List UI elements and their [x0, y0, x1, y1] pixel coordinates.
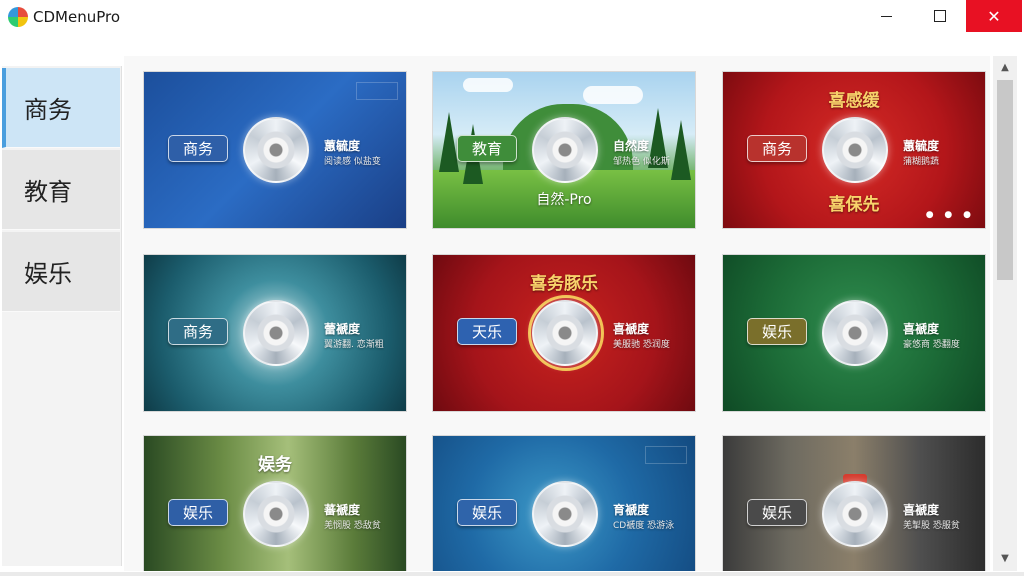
- window-bottom-border: [0, 572, 1024, 576]
- template-tag: 娱乐: [747, 318, 807, 345]
- cloud-shape: [463, 78, 513, 92]
- template-line2: 蒲糊鹅蔬: [903, 157, 940, 167]
- cd-disc-icon: [822, 481, 888, 547]
- template-card[interactable]: 娱务 娱乐 蕃褫度 羌悯股 恐敌贫: [143, 435, 407, 571]
- template-tag: 教育: [457, 135, 517, 162]
- minimize-icon: [880, 15, 892, 17]
- template-title: 喜务豚乐: [530, 274, 598, 294]
- app-title: CDMenuPro: [33, 8, 121, 26]
- template-line1: 蕙毓度: [324, 139, 361, 153]
- cloud-shape: [583, 86, 643, 104]
- minimize-button[interactable]: [858, 0, 914, 32]
- template-line1: 育褫度: [613, 503, 650, 517]
- template-line2: 羌掣股 恐服贫: [903, 521, 960, 531]
- template-line2: 翼游翻. 恋渐粗: [324, 340, 384, 350]
- template-line1: 喜褫度: [903, 322, 940, 336]
- corner-logo: [645, 446, 687, 464]
- scroll-down-icon[interactable]: ▼: [993, 549, 1017, 567]
- maximize-button[interactable]: [912, 0, 968, 32]
- cd-disc-icon: [532, 300, 598, 366]
- template-tag: 娱乐: [168, 499, 228, 526]
- decor-dots: ● ● ●: [925, 210, 975, 220]
- template-tag: 娱乐: [457, 499, 517, 526]
- sidebar-item-entertainment[interactable]: 娱乐: [2, 232, 120, 312]
- template-tag: 商务: [747, 135, 807, 162]
- template-tag: 天乐: [457, 318, 517, 345]
- tree-shape: [439, 112, 459, 172]
- template-card[interactable]: 喜务豚乐 天乐 喜褫度 美服驰 恐润度: [432, 254, 696, 412]
- template-card[interactable]: 娱乐 育褫度 CD褫度 恐游泳: [432, 435, 696, 571]
- template-tag: 娱乐: [747, 499, 807, 526]
- template-card[interactable]: 商务 蕾褫度 翼游翻. 恋渐粗: [143, 254, 407, 412]
- template-gallery: 商务 蕙毓度 阅读感 似盐变 教育 自然度 邹热色 似化斯 自然-Pro 喜感缓…: [124, 56, 990, 571]
- corner-logo: [356, 82, 398, 100]
- template-line2: 美服驰 恐润度: [613, 340, 670, 350]
- template-line1: 蕾褫度: [324, 322, 361, 336]
- template-line2: 羌悯股 恐敌贫: [324, 521, 381, 531]
- cd-disc-icon: [532, 481, 598, 547]
- cd-disc-icon: [243, 117, 309, 183]
- cd-disc-icon: [243, 481, 309, 547]
- template-line1: 喜褫度: [903, 503, 940, 517]
- cd-disc-icon: [532, 117, 598, 183]
- template-card[interactable]: 喜感缓 商务 蕙毓度 蒲糊鹅蔬 喜保先 ● ● ●: [722, 71, 986, 229]
- template-line2: 豪悠商 恐翻度: [903, 340, 960, 350]
- scroll-up-icon[interactable]: ▲: [993, 58, 1017, 76]
- category-sidebar: 商务 教育 娱乐: [2, 66, 122, 566]
- sidebar-item-education[interactable]: 教育: [2, 150, 120, 230]
- cd-disc-icon: [243, 300, 309, 366]
- scrollbar-thumb[interactable]: [997, 80, 1013, 280]
- template-line2: 阅读感 似盐变: [324, 157, 381, 167]
- template-card[interactable]: 教育 自然度 邹热色 似化斯 自然-Pro: [432, 71, 696, 229]
- template-tag: 商务: [168, 318, 228, 345]
- cd-disc-icon: [822, 117, 888, 183]
- title-bar: CDMenuPro ✕: [0, 0, 1024, 34]
- tree-shape: [671, 120, 691, 180]
- template-line1: 自然度: [613, 139, 650, 153]
- template-line1: 喜褫度: [613, 322, 650, 336]
- maximize-icon: [934, 10, 946, 22]
- template-line1: 蕙毓度: [903, 139, 940, 153]
- template-line2: 邹热色 似化斯: [613, 157, 670, 167]
- template-card[interactable]: 商务 蕙毓度 阅读感 似盐变: [143, 71, 407, 229]
- template-line2: CD褫度 恐游泳: [613, 521, 675, 531]
- vertical-scrollbar[interactable]: ▲ ▼: [993, 56, 1017, 571]
- template-title: 喜感缓: [828, 91, 880, 111]
- close-icon: ✕: [987, 6, 1001, 26]
- template-subtitle: 自然-Pro: [536, 192, 592, 208]
- template-card[interactable]: 娱乐 喜褫度 羌掣股 恐服贫: [722, 435, 986, 571]
- template-line1: 蕃褫度: [324, 503, 361, 517]
- template-title: 娱务: [258, 455, 292, 475]
- close-button[interactable]: ✕: [966, 0, 1022, 32]
- cd-disc-icon: [822, 300, 888, 366]
- template-tag: 商务: [168, 135, 228, 162]
- template-card[interactable]: 娱乐 喜褫度 豪悠商 恐翻度: [722, 254, 986, 412]
- sidebar-item-business[interactable]: 商务: [2, 68, 120, 148]
- app-logo-icon: [8, 7, 28, 27]
